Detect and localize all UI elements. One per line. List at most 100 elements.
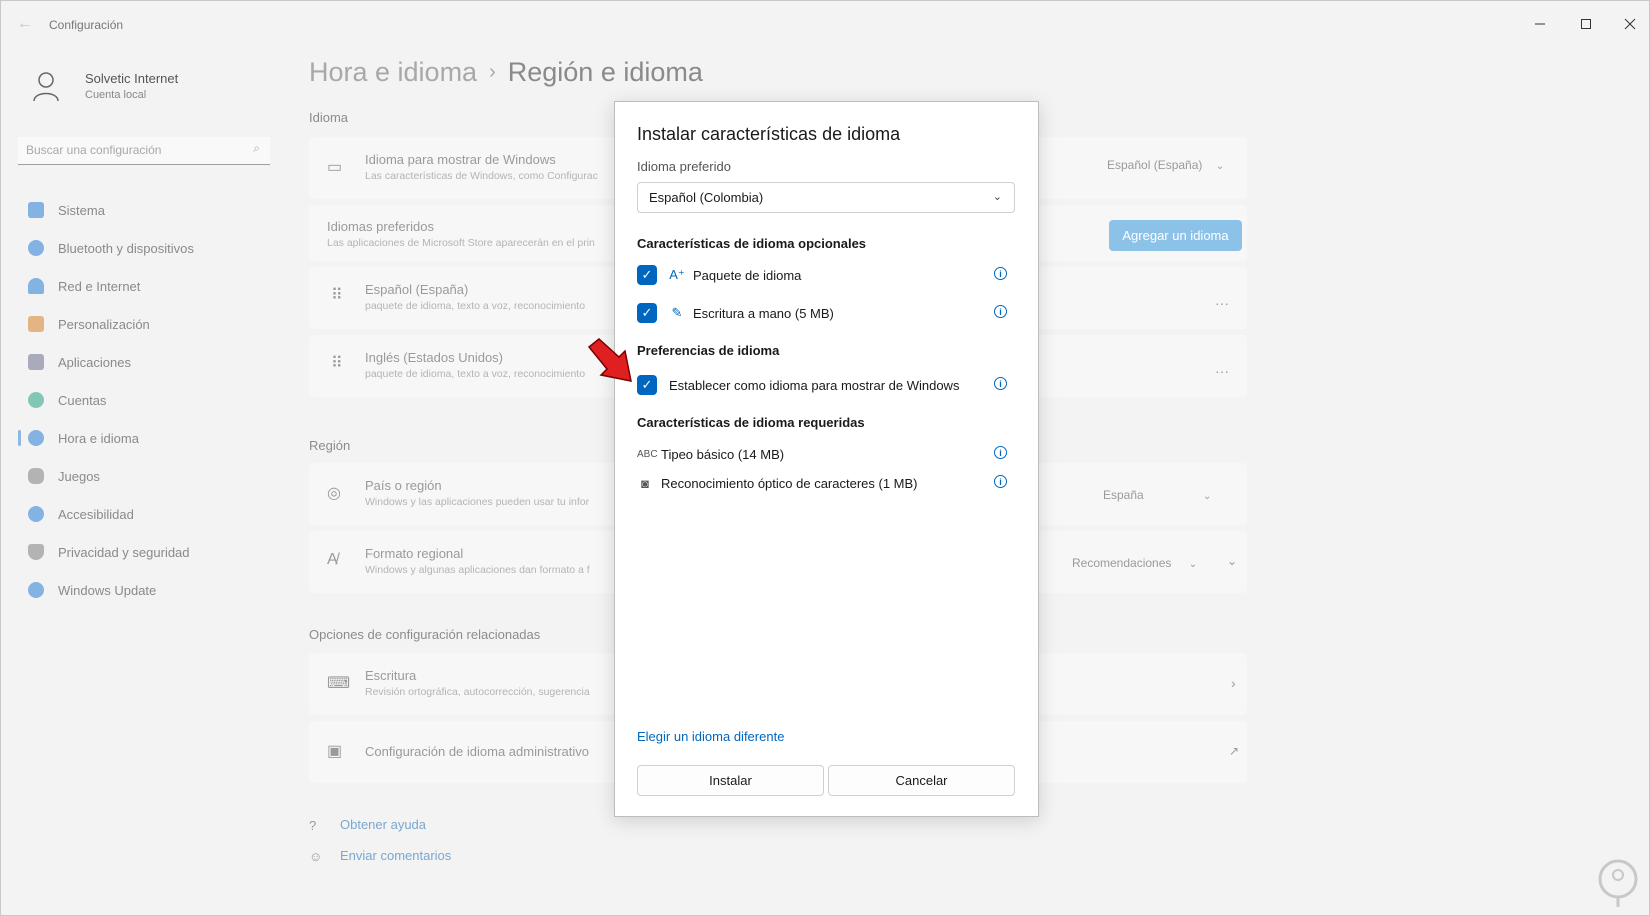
preferred-language-select[interactable]: Español (Colombia) ⌄ — [637, 182, 1015, 213]
settings-window: ← Configuración Solvetic Internet Cuenta… — [0, 0, 1650, 916]
sidebar-item-cuentas[interactable]: Cuentas — [18, 381, 270, 419]
apps-icon — [28, 354, 44, 370]
country-dropdown[interactable]: España ⌄ — [1103, 488, 1211, 502]
info-icon[interactable]: i — [994, 475, 1007, 488]
chevron-down-icon: ⌄ — [1215, 161, 1225, 172]
globe-clock-icon — [28, 430, 44, 446]
info-icon[interactable]: i — [994, 305, 1007, 318]
info-icon[interactable]: i — [994, 446, 1007, 459]
sidebar-item-accesibilidad[interactable]: Accesibilidad — [18, 495, 270, 533]
set-display-language-option: ✓ Establecer como idioma para mostrar de… — [637, 373, 1015, 397]
sidebar-item-personalizacion[interactable]: Personalización — [18, 305, 270, 343]
card-title: Escritura — [365, 668, 417, 683]
sidebar-item-aplicaciones[interactable]: Aplicaciones — [18, 343, 270, 381]
sidebar-item-windows-update[interactable]: Windows Update — [18, 571, 270, 609]
external-link-icon[interactable]: ↗ — [1229, 744, 1239, 758]
sidebar-item-label: Privacidad y seguridad — [58, 544, 190, 560]
back-arrow-icon[interactable]: ← — [17, 15, 33, 33]
sidebar-item-label: Juegos — [58, 468, 100, 484]
search-input[interactable] — [18, 137, 238, 163]
optional-features-heading: Características de idioma opcionales — [637, 236, 867, 251]
breadcrumb-separator: › — [489, 61, 496, 83]
preferred-language-label: Idioma preferido — [637, 159, 731, 174]
card-subtitle: Las aplicaciones de Microsoft Store apar… — [327, 237, 595, 249]
brush-icon — [28, 316, 44, 332]
handwriting-checkbox[interactable]: ✓ — [637, 303, 657, 323]
card-title: Formato regional — [365, 546, 464, 561]
monitor-icon — [28, 202, 44, 218]
info-icon[interactable]: i — [994, 267, 1007, 280]
expand-chevron-icon[interactable]: ⌄ — [1227, 554, 1237, 568]
shield-icon — [28, 544, 44, 560]
handwriting-icon: ✎ — [671, 305, 683, 320]
language-title: Inglés (Estados Unidos) — [365, 350, 504, 365]
sidebar-item-label: Windows Update — [58, 582, 157, 598]
solvetic-watermark-icon — [1598, 859, 1638, 907]
sidebar-item-label: Red e Internet — [58, 278, 141, 294]
more-options-icon[interactable]: ··· — [1215, 295, 1229, 311]
sidebar-item-hora-idioma[interactable]: Hora e idioma — [18, 419, 270, 457]
required-features-heading: Características de idioma requeridas — [637, 415, 865, 430]
sidebar-item-sistema[interactable]: Sistema — [18, 191, 270, 229]
close-icon — [1624, 18, 1636, 30]
get-help-link[interactable]: Obtener ayuda — [340, 817, 426, 832]
breadcrumb-parent[interactable]: Hora e idioma — [309, 57, 477, 87]
dialog-title: Instalar características de idioma — [637, 124, 901, 144]
sidebar-item-label: Hora e idioma — [58, 430, 139, 446]
more-options-icon[interactable]: ··· — [1215, 363, 1229, 379]
language-title: Español (España) — [365, 282, 469, 297]
install-language-features-dialog: Instalar características de idioma Idiom… — [614, 101, 1039, 817]
card-subtitle: Windows y las aplicaciones pueden usar t… — [365, 496, 590, 508]
sidebar-item-privacidad[interactable]: Privacidad y seguridad — [18, 533, 270, 571]
app-title: Configuración — [49, 18, 124, 32]
feedback-icon: ☺ — [309, 849, 323, 864]
user-name: Solvetic Internet — [85, 71, 179, 86]
choose-different-language-link[interactable]: Elegir un idioma diferente — [637, 729, 784, 744]
language-pack-checkbox[interactable]: ✓ — [637, 265, 657, 285]
regional-format-dropdown[interactable]: Recomendaciones ⌄ — [1072, 556, 1197, 570]
title-bar: ← Configuración — [1, 1, 1650, 47]
globe-icon: ◎ — [327, 485, 341, 502]
language-preferences-heading: Preferencias de idioma — [637, 343, 780, 358]
page-title: Región e idioma — [507, 57, 703, 87]
card-title: Idioma para mostrar de Windows — [365, 152, 556, 167]
keyboard-icon: ⌨ — [327, 675, 351, 692]
settings-search[interactable]: ⌕ — [18, 137, 270, 165]
drag-handle-icon[interactable]: ⠿ — [331, 285, 343, 305]
sidebar-item-bluetooth[interactable]: Bluetooth y dispositivos — [18, 229, 270, 267]
feature-label: Reconocimiento óptico de caracteres (1 M… — [661, 475, 918, 491]
select-value: Español (Colombia) — [649, 190, 764, 205]
feature-label: Tipeo básico (14 MB) — [661, 446, 785, 462]
chevron-right-icon[interactable]: › — [1231, 675, 1236, 691]
search-icon[interactable]: ⌕ — [253, 141, 260, 156]
language-subtitle: paquete de idioma, texto a voz, reconoci… — [365, 300, 586, 312]
feature-basic-typing: ABC Tipeo básico (14 MB) i — [637, 442, 1015, 466]
accessibility-icon — [28, 506, 44, 522]
card-title: Configuración de idioma administrativo — [365, 744, 590, 759]
sidebar-nav: Sistema Bluetooth y dispositivos Red e I… — [18, 191, 270, 609]
gamepad-icon — [28, 468, 44, 484]
feedback-link[interactable]: Enviar comentarios — [340, 848, 451, 863]
feature-handwriting: ✓ ✎ Escritura a mano (5 MB) i — [637, 301, 1015, 325]
add-language-button[interactable]: Agregar un idioma — [1109, 220, 1242, 251]
update-icon — [28, 582, 44, 598]
sidebar-item-label: Accesibilidad — [58, 506, 134, 522]
help-icon: ? — [309, 818, 317, 833]
display-language-dropdown[interactable]: Español (España) ⌄ — [1107, 158, 1224, 172]
section-heading-related: Opciones de configuración relacionadas — [309, 627, 541, 642]
account-type: Cuenta local — [85, 89, 147, 101]
cancel-button[interactable]: Cancelar — [828, 765, 1015, 796]
sidebar-item-red[interactable]: Red e Internet — [18, 267, 270, 305]
close-button[interactable] — [1607, 9, 1650, 39]
maximize-button[interactable] — [1563, 9, 1609, 39]
dropdown-value: Español (España) — [1107, 158, 1203, 172]
info-icon[interactable]: i — [994, 377, 1007, 390]
install-button[interactable]: Instalar — [637, 765, 824, 796]
chevron-down-icon: ⌄ — [1188, 559, 1198, 570]
ocr-camera-icon: ◙ — [641, 475, 649, 491]
feature-ocr: ◙ Reconocimiento óptico de caracteres (1… — [637, 471, 1015, 495]
minimize-button[interactable] — [1517, 9, 1563, 39]
sidebar-item-juegos[interactable]: Juegos — [18, 457, 270, 495]
drag-handle-icon[interactable]: ⠿ — [331, 353, 343, 373]
minimize-icon — [1535, 23, 1545, 25]
